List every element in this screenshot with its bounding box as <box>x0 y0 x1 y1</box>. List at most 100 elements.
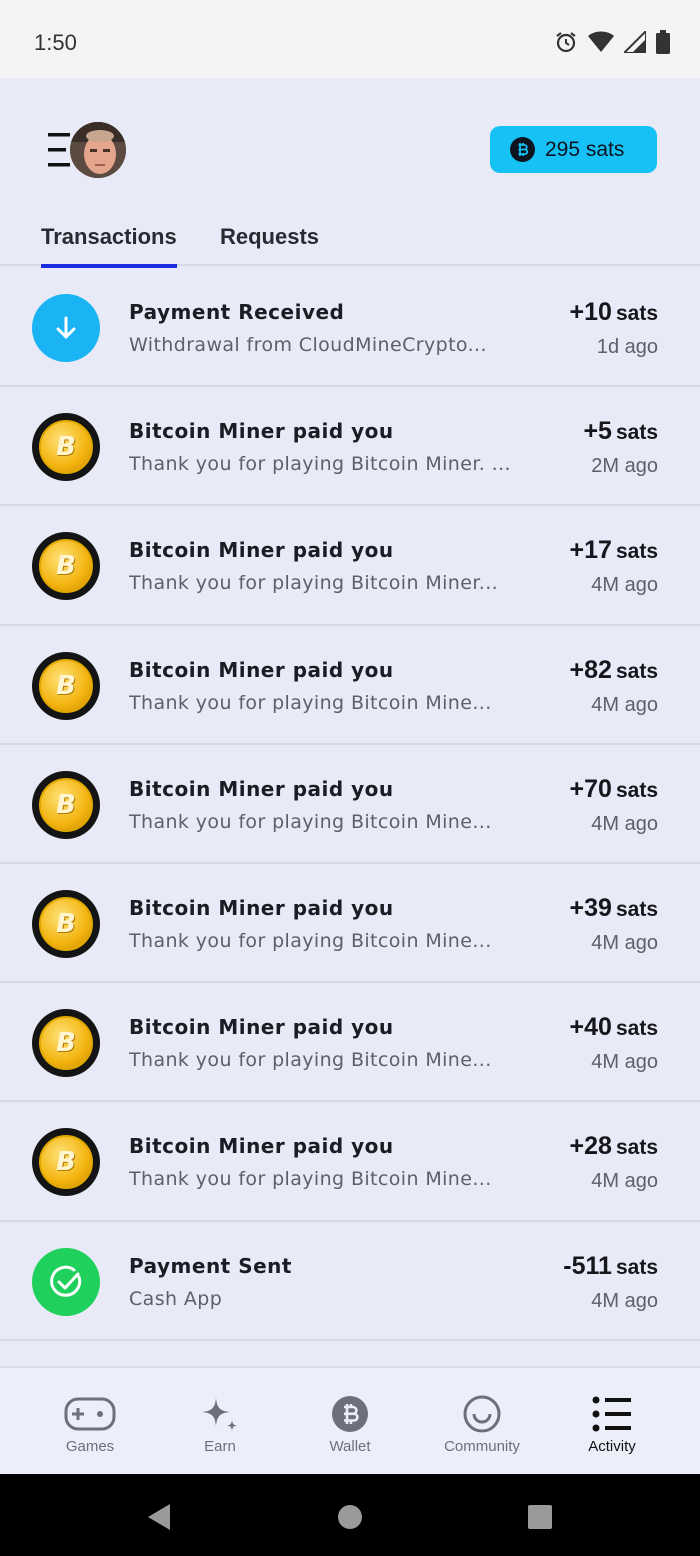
transaction-amount: -511 sats <box>563 1252 658 1281</box>
transaction-description: Thank you for playing Bitcoin Miner. ... <box>129 453 512 476</box>
transaction-time: 4M ago <box>591 812 658 835</box>
nav-earn[interactable]: Earn <box>150 1368 290 1476</box>
transaction-amount: +40 sats <box>570 1013 658 1042</box>
amount-unit: sats <box>615 778 658 802</box>
status-bar: 1:50 <box>0 0 700 78</box>
transaction-time: 4M ago <box>591 574 658 597</box>
transaction-title: Bitcoin Miner paid you <box>129 776 394 801</box>
nav-activity[interactable]: Activity <box>542 1368 682 1476</box>
transaction-time: 4M ago <box>591 693 658 716</box>
bitcoin-coin-icon: B <box>32 1009 100 1078</box>
nav-community[interactable]: Community <box>412 1368 552 1476</box>
transaction-amount: +82 sats <box>570 656 658 685</box>
amount-unit: sats <box>615 1017 658 1041</box>
transaction-time: 4M ago <box>591 1170 658 1193</box>
arrow-down-icon <box>32 294 100 362</box>
tab-requests[interactable]: Requests <box>220 224 319 250</box>
tab-bar: Transactions Requests <box>0 218 700 268</box>
amount-value: +17 <box>569 536 612 565</box>
transaction-row[interactable]: B Bitcoin Miner paid you Thank you for pla… <box>0 626 700 745</box>
alarm-icon <box>556 32 576 53</box>
profile-menu-button[interactable] <box>46 122 128 180</box>
bitcoin-coin-icon: B <box>32 770 100 839</box>
transaction-title: Bitcoin Miner paid you <box>129 895 394 920</box>
avatar[interactable] <box>70 122 126 178</box>
status-icons <box>554 30 670 54</box>
transaction-amount: +70 sats <box>570 775 658 804</box>
bitcoin-coin-icon: B <box>32 651 100 720</box>
transaction-time: 2M ago <box>591 455 658 478</box>
transaction-title: Bitcoin Miner paid you <box>129 419 394 444</box>
nav-label-activity: Activity <box>588 1438 636 1455</box>
status-time: 1:50 <box>34 30 77 55</box>
transaction-row[interactable]: B Bitcoin Miner paid you Thank you for pla… <box>0 506 700 626</box>
amount-value: +82 <box>569 655 612 684</box>
nav-label-community: Community <box>444 1438 520 1455</box>
transaction-description: Thank you for playing Bitcoin Mine... <box>129 1049 492 1072</box>
nav-wallet[interactable]: Wallet <box>280 1368 420 1476</box>
amount-value: +40 <box>569 1013 612 1042</box>
bitcoin-coin-icon: B <box>32 532 100 601</box>
transaction-row[interactable]: B Bitcoin Miner paid you Thank you for pla… <box>0 387 700 507</box>
header: 295 sats Transactions Requests <box>0 78 700 268</box>
balance-amount: 295 sats <box>545 137 625 161</box>
transaction-row[interactable]: B Bitcoin Miner paid you Thank you for pla… <box>0 864 700 984</box>
transaction-description: Withdrawal from CloudMineCrypto... <box>129 334 487 356</box>
transaction-title: Bitcoin Miner paid you <box>129 1015 394 1040</box>
transaction-amount: +28 sats <box>570 1132 658 1161</box>
transaction-title: Bitcoin Miner paid you <box>129 538 394 563</box>
transaction-amount: +10 sats <box>570 298 658 327</box>
transaction-description: Thank you for playing Bitcoin Mine... <box>129 691 492 714</box>
transaction-description: Thank you for playing Bitcoin Mine... <box>129 929 492 952</box>
system-nav-bar <box>0 1474 700 1556</box>
balance-button[interactable]: 295 sats <box>490 126 657 173</box>
transaction-row[interactable]: Payment Received Withdrawal from CloudMin… <box>0 268 700 388</box>
amount-unit: sats <box>615 897 658 921</box>
tab-transactions[interactable]: Transactions <box>41 224 177 268</box>
bitcoin-coin-icon: B <box>32 413 100 482</box>
transaction-title: Bitcoin Miner paid you <box>129 1134 394 1159</box>
amount-value: +39 <box>569 893 612 922</box>
gamepad-icon <box>64 1397 116 1431</box>
nav-games[interactable]: Games <box>20 1368 160 1476</box>
bitcoin-icon <box>510 137 535 162</box>
list-icon <box>592 1396 631 1432</box>
transaction-time: 1d ago <box>596 336 658 358</box>
transaction-row[interactable]: Payment Sent Cash App 4M ago -511 sats <box>0 1222 700 1341</box>
back-icon[interactable] <box>146 1502 172 1532</box>
transaction-description: Cash App <box>129 1287 223 1310</box>
transaction-row[interactable]: B Bitcoin Miner paid you Thank you for pla… <box>0 745 700 864</box>
transaction-description: Thank you for playing Bitcoin Mine... <box>129 1168 492 1191</box>
signal-icon <box>624 31 646 53</box>
amount-value: +5 <box>583 417 612 446</box>
transaction-time: 4M ago <box>591 931 658 954</box>
transaction-list[interactable]: Payment Received Withdrawal from CloudMin… <box>0 268 700 1366</box>
transaction-amount: +39 sats <box>570 894 658 923</box>
transaction-row[interactable]: B Bitcoin Miner paid you Thank you for pla… <box>0 983 700 1103</box>
recents-icon[interactable] <box>527 1504 553 1530</box>
smiley-icon <box>463 1395 501 1433</box>
transaction-title: Payment Sent <box>129 1253 292 1278</box>
home-icon[interactable] <box>337 1504 363 1530</box>
transaction-time: 4M ago <box>591 1051 658 1074</box>
amount-value: +10 <box>569 298 612 326</box>
amount-unit: sats <box>615 659 658 683</box>
bitcoin-icon <box>332 1396 368 1432</box>
transaction-title: Bitcoin Miner paid you <box>129 657 394 682</box>
amount-unit: sats <box>615 540 658 564</box>
nav-label-games: Games <box>65 1438 115 1455</box>
transaction-amount: +5 sats <box>583 417 658 446</box>
amount-value: +28 <box>569 1132 612 1161</box>
nav-label-earn: Earn <box>204 1438 236 1455</box>
bitcoin-coin-icon: B <box>32 889 100 958</box>
wifi-icon <box>588 31 614 52</box>
transaction-description: Thank you for playing Bitcoin Mine... <box>129 810 492 833</box>
amount-value: -511 <box>563 1251 612 1280</box>
transaction-title: Payment Received <box>129 300 345 324</box>
transaction-amount: +17 sats <box>570 536 658 565</box>
transaction-row[interactable]: B Bitcoin Miner paid you Thank you for pla… <box>0 1102 700 1222</box>
amount-value: +70 <box>569 774 612 803</box>
amount-unit: sats <box>615 421 658 445</box>
amount-unit: sats <box>615 302 658 325</box>
battery-icon <box>656 30 670 54</box>
